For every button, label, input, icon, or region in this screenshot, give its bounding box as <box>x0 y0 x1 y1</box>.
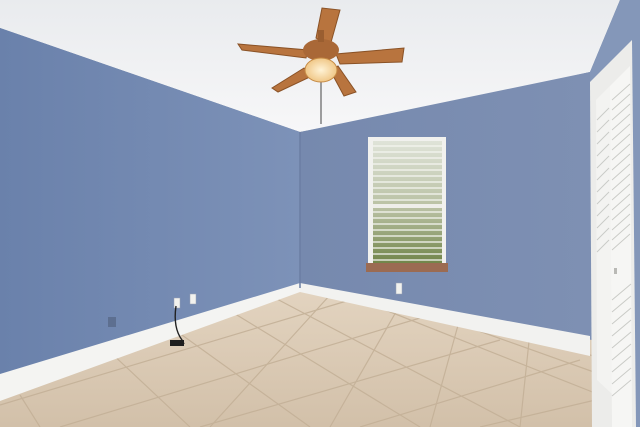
window-sill <box>366 263 448 272</box>
cable-plug <box>170 340 184 346</box>
room-scene <box>0 0 640 427</box>
room-photo <box>0 0 640 427</box>
outlet-back <box>395 282 403 295</box>
fan-downrod <box>318 30 324 42</box>
fan-light-bowl <box>304 57 338 83</box>
window-sash-rail <box>373 204 442 208</box>
outlet-left-1 <box>173 297 181 309</box>
outlet-left-2 <box>189 293 197 305</box>
window <box>366 137 448 272</box>
closet-panel-left <box>596 86 612 394</box>
wall-jack <box>108 317 116 327</box>
closet-knob <box>614 268 617 274</box>
closet-panel-right <box>610 66 632 427</box>
closet-door <box>590 40 636 427</box>
window-glass <box>373 141 442 265</box>
